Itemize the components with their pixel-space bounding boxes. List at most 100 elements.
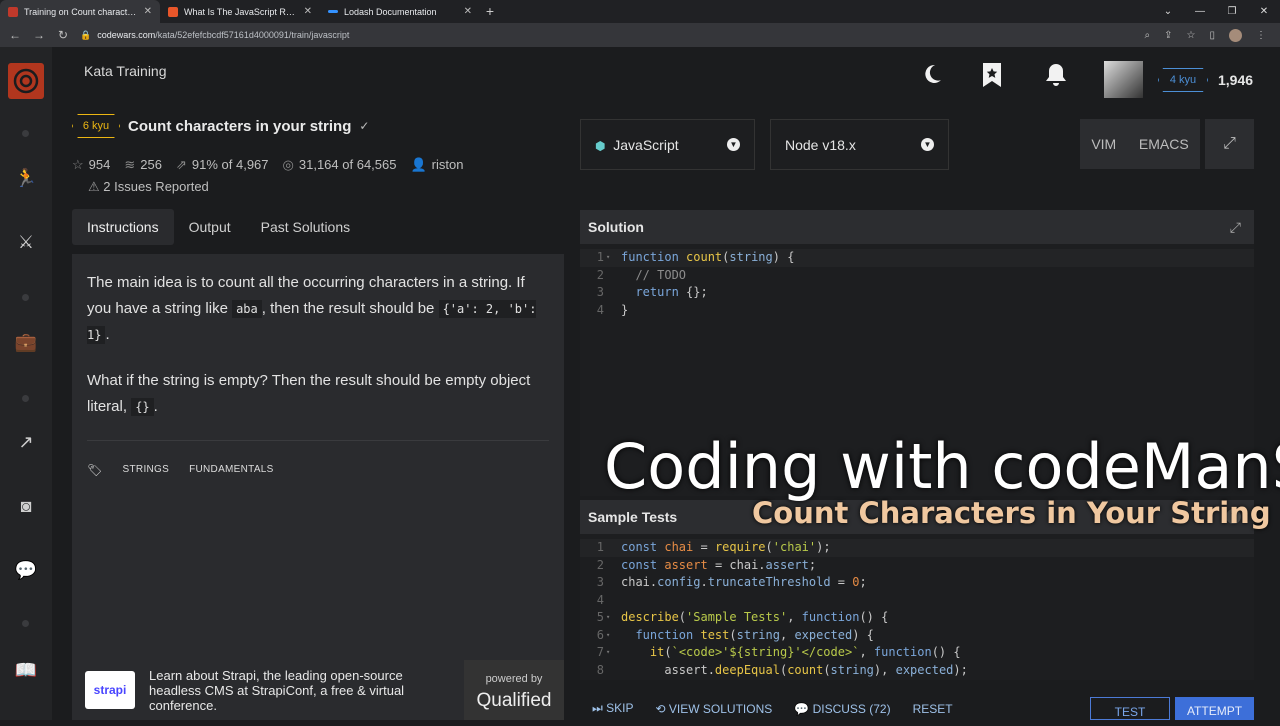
sidebar-divider-dot (22, 294, 29, 301)
completed-stat: ◎ 31,164 of 64,565 (283, 157, 397, 173)
close-tab-icon[interactable]: ✕ (144, 6, 152, 17)
author-name: riston (431, 157, 464, 172)
codewars-favicon-icon (8, 6, 18, 17)
browser-tab-1[interactable]: Training on Count characters in y ✕ (0, 0, 160, 23)
back-arrow-icon[interactable]: ← (8, 28, 22, 42)
code-line: 3 return {}; (596, 285, 708, 299)
browser-tab-3[interactable]: Lodash Documentation ✕ (320, 0, 480, 23)
kata-tags: 🏷 STRINGS FUNDAMENTALS (87, 457, 549, 483)
author-stat[interactable]: 👤 riston (410, 157, 463, 173)
tag-strings[interactable]: STRINGS (123, 457, 170, 483)
page-title: Kata Training (84, 63, 167, 79)
kata-tabs: Instructions Output Past Solutions (72, 209, 365, 245)
skip-label: SKIP (606, 701, 634, 715)
check-icon: ✓ (359, 119, 370, 133)
code-line: 2 const assert = chai.assert; (596, 557, 817, 572)
profile-avatar[interactable] (1229, 28, 1242, 42)
text-run: . (153, 398, 158, 415)
code-line: 1 const chai = require('chai'); (580, 539, 1254, 557)
close-tab-icon[interactable]: ✕ (304, 6, 312, 17)
issues-reported-link[interactable]: ⚠ 2 Issues Reported (88, 179, 209, 195)
forward-arrow-icon[interactable]: → (32, 28, 46, 42)
powered-by-label: powered by (485, 673, 543, 685)
reset-button[interactable]: RESET (913, 702, 953, 716)
menu-dots-icon[interactable]: ⋮ (1256, 30, 1266, 41)
skip-icon: ⏭ (592, 701, 603, 715)
text-run: . (105, 326, 110, 343)
bookmark-icon[interactable] (981, 62, 1003, 88)
sample-tests-editor[interactable]: 1 const chai = require('chai'); 2 const as… (580, 534, 1254, 680)
kumite-icon[interactable]: ⚔ (0, 232, 52, 253)
qualified-logo: Qualified (476, 690, 552, 711)
collections-stat[interactable]: ≋ 256 (124, 157, 162, 173)
vim-mode-button[interactable]: VIM (1091, 136, 1116, 152)
sample-tests-label: Sample Tests (588, 509, 678, 525)
briefcase-icon[interactable]: 💼 (0, 332, 52, 353)
powered-by-qualified[interactable]: powered by Qualified (464, 660, 564, 720)
discuss-label: DISCUSS (72) (812, 701, 891, 716)
emacs-mode-button[interactable]: EMACS (1139, 136, 1189, 152)
chevron-down-icon: ▼ (727, 138, 740, 151)
new-tab-button[interactable]: + (480, 0, 500, 23)
inline-code: {} (131, 398, 154, 416)
issues-text: 2 Issues Reported (103, 179, 209, 194)
code-line: 6 ▾ function test(string, expected) { (596, 627, 874, 642)
browser-tab-title: Training on Count characters in y (24, 6, 138, 17)
code-line: 7 ▾ it(`<code>'${string}'</code>`, functi… (596, 645, 961, 659)
kata-title[interactable]: Count characters in your string (128, 118, 351, 135)
user-icon: 👤 (410, 157, 427, 172)
sidebar-divider-dot (22, 130, 29, 137)
completed-count: 31,164 (298, 157, 339, 172)
close-tab-icon[interactable]: ✕ (464, 6, 472, 17)
discord-icon[interactable]: ◙ (0, 496, 52, 517)
close-window-button[interactable]: ✕ (1248, 0, 1280, 23)
language-select[interactable]: ⬢ JavaScript ▼ (580, 119, 755, 170)
tag-fundamentals[interactable]: FUNDAMENTALS (189, 457, 274, 483)
attempt-button[interactable]: ATTEMPT (1175, 697, 1254, 720)
fullscreen-expand-icon[interactable]: ⤢ (1205, 119, 1254, 169)
view-solutions-button[interactable]: ⟲ VIEW SOLUTIONS (656, 702, 773, 716)
docs-book-icon[interactable]: 📖 (0, 660, 52, 681)
expand-icon[interactable]: ⤢ (1230, 210, 1241, 244)
kata-rank-badge: 6 kyu (72, 114, 120, 138)
codewars-logo-icon[interactable] (8, 63, 44, 99)
tab-past-solutions[interactable]: Past Solutions (246, 209, 366, 245)
url-field[interactable]: 🔒 codewars.com/kata/52efefcbcdf57161d400… (80, 30, 1135, 41)
zoom-icon[interactable]: ⌕ (1145, 30, 1151, 41)
sponsor-ad[interactable]: strapi Learn about Strapi, the leading o… (72, 660, 564, 720)
test-button[interactable]: TEST (1090, 697, 1170, 720)
dark-mode-moon-icon[interactable] (920, 62, 944, 86)
tab-instructions[interactable]: Instructions (72, 209, 174, 245)
user-rank-badge: 4 kyu (1158, 68, 1208, 92)
chat-icon[interactable]: 💬 (0, 560, 52, 581)
leaderboard-trend-icon[interactable]: ↗ (0, 432, 52, 453)
browser-tab-strip: Training on Count characters in y ✕ What… (0, 0, 1280, 23)
reload-icon[interactable]: ↻ (56, 28, 70, 42)
bookmark-star-icon[interactable]: ☆ (1187, 30, 1196, 41)
stars-stat[interactable]: ☆ 954 (72, 157, 110, 173)
user-avatar[interactable] (1104, 61, 1143, 98)
skip-button[interactable]: ⏭ SKIP (592, 701, 634, 716)
warning-icon: ⚠ (88, 179, 100, 194)
address-bar: ← → ↻ 🔒 codewars.com/kata/52efefcbcdf571… (0, 23, 1280, 47)
satisfaction-votes: of 4,967 (221, 157, 269, 172)
maximize-button[interactable]: ❐ (1216, 0, 1248, 23)
notification-bell-icon[interactable] (1044, 62, 1068, 88)
tab-output[interactable]: Output (174, 209, 246, 245)
share-icon[interactable]: ⇪ (1164, 30, 1172, 41)
lodash-favicon-icon (328, 10, 338, 13)
runtime-version-select[interactable]: Node v18.x ▼ (770, 119, 949, 170)
version-value: Node v18.x (785, 136, 856, 153)
training-icon[interactable]: 🏃 (0, 168, 52, 189)
honor-count: 1,946 (1218, 72, 1254, 88)
collections-count: 256 (140, 157, 162, 172)
lock-icon: 🔒 (80, 29, 92, 40)
sidebar-toggle-icon[interactable]: ▯ (1209, 30, 1215, 41)
tab-search-icon[interactable]: ⌄ (1152, 0, 1184, 23)
tag-icon: 🏷 (87, 463, 103, 477)
url-host: codewars.com (97, 30, 156, 40)
ad-text: Learn about Strapi, the leading open-sou… (149, 667, 405, 713)
browser-tab-2[interactable]: What Is The JavaScript Require F ✕ (160, 0, 320, 23)
discuss-button[interactable]: 💬 DISCUSS (72) (794, 702, 890, 716)
minimize-button[interactable]: — (1184, 0, 1216, 23)
